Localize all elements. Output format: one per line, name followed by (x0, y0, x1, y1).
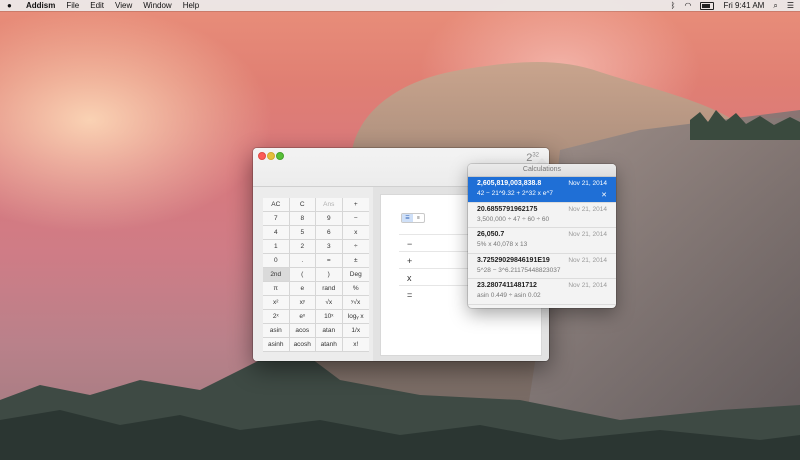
tape-operator: + (407, 256, 413, 266)
key-button[interactable]: x! (342, 338, 369, 352)
calculation-item[interactable]: 3.72529029846191E19 5^28 − 3^6.2117544882… (468, 254, 616, 279)
key-button[interactable]: 8 (289, 212, 316, 226)
calculation-item[interactable]: 26,050.7 5% x 40,078 x 13 Nov 21, 2014 (468, 228, 616, 254)
menu-window[interactable]: Window (143, 1, 171, 10)
key-button[interactable]: 2ˣ (263, 310, 290, 324)
menu-bar: ● Addism File Edit View Window Help ᛒ ◠ … (0, 0, 800, 11)
key-button[interactable]: 6 (316, 226, 343, 240)
popover-title: Calculations (468, 164, 616, 177)
menu-edit[interactable]: Edit (90, 1, 104, 10)
key-button[interactable]: 2nd (263, 268, 290, 282)
key-button[interactable]: eˣ (289, 310, 316, 324)
tape-operator: − (407, 239, 413, 249)
notification-center-icon[interactable]: ☰ (787, 1, 794, 10)
zoom-button[interactable] (276, 152, 284, 160)
key-button[interactable]: x² (263, 296, 290, 310)
key-button[interactable]: Deg (342, 268, 369, 282)
bluetooth-icon[interactable]: ᛒ (671, 1, 676, 10)
key-button[interactable]: ± (342, 254, 369, 268)
key-button[interactable]: 2 (289, 240, 316, 254)
calculation-date: Nov 21, 2014 (568, 256, 607, 264)
keypad: AC C Ans +7 8 9− 4 5 6 x 1 2 3 ÷ 0. = ±2nd() Deg π e rand% x²… (253, 187, 374, 361)
key-button[interactable]: xʸ (289, 296, 316, 310)
key-button[interactable]: C (289, 198, 316, 212)
apple-menu-icon[interactable]: ● (7, 1, 17, 10)
key-button[interactable]: √x (316, 296, 343, 310)
key-button[interactable]: ʸ√x (342, 296, 369, 310)
clock[interactable]: Fri 9:41 AM (723, 1, 764, 10)
delete-icon[interactable]: ✕ (601, 191, 607, 199)
key-button[interactable]: acosh (289, 338, 316, 352)
key-button[interactable]: 7 (263, 212, 290, 226)
key-button[interactable]: − (342, 212, 369, 226)
key-button[interactable]: asinh (263, 338, 290, 352)
tape-operator: x (407, 273, 412, 283)
key-button[interactable]: 0 (263, 254, 290, 268)
key-button[interactable]: 1 (263, 240, 290, 254)
menu-help[interactable]: Help (183, 1, 199, 10)
key-button[interactable]: asin (263, 324, 290, 338)
key-button[interactable]: Ans (316, 198, 343, 212)
calculation-date: Nov 21, 2014 (568, 205, 607, 213)
key-button[interactable]: atan (316, 324, 343, 338)
calculation-expression: 5% x 40,078 x 13 (477, 241, 528, 248)
key-button[interactable]: 3 (316, 240, 343, 254)
minimize-button[interactable] (267, 152, 275, 160)
key-button[interactable]: x (342, 226, 369, 240)
menu-view[interactable]: View (115, 1, 132, 10)
key-button[interactable]: % (342, 282, 369, 296)
calculation-date: Nov 21, 2014 (568, 231, 607, 238)
close-button[interactable] (258, 152, 266, 160)
calculation-date: Nov 21, 2014 (568, 180, 607, 187)
calculation-expression: 5^28 − 3^6.21175448823037 (477, 266, 561, 274)
key-button[interactable]: π (263, 282, 290, 296)
key-button[interactable]: . (289, 254, 316, 268)
key-button[interactable]: ÷ (342, 240, 369, 254)
calculation-item[interactable]: 2,605,819,003,838.8 42 − 21^9.32 + 2^32 x… (468, 177, 616, 203)
key-button[interactable]: atanh (316, 338, 343, 352)
spotlight-icon[interactable]: ⌕ (773, 1, 777, 11)
key-button[interactable]: 1/x (342, 324, 369, 338)
key-button[interactable]: 4 (263, 226, 290, 240)
battery-icon[interactable] (700, 1, 715, 10)
wifi-icon[interactable]: ◠ (684, 1, 691, 10)
key-button[interactable]: 9 (316, 212, 343, 226)
list-view-icon[interactable]: ☰ (402, 214, 413, 222)
calculation-expression: asin 0.449 ÷ asin 0.02 (477, 292, 541, 299)
key-button[interactable]: e (289, 282, 316, 296)
calculation-expression: 42 − 21^9.32 + 2^32 x e^7 (477, 190, 554, 197)
key-button[interactable]: 5 (289, 226, 316, 240)
calculation-expression: 3,500,000 ÷ 47 ÷ 60 ÷ 60 (477, 215, 550, 223)
key-button[interactable]: logᵧ x (342, 310, 369, 324)
calculation-date: Nov 21, 2014 (568, 282, 607, 289)
key-button[interactable]: rand (316, 282, 343, 296)
text-view-icon[interactable]: ≡ (413, 214, 424, 222)
key-button[interactable]: ( (289, 268, 316, 282)
menu-file[interactable]: File (66, 1, 79, 10)
tape-operator: = (407, 290, 413, 300)
calculations-popover: Calculations 2,605,819,003,838.8 42 − 21^… (468, 164, 616, 308)
key-grid: AC C Ans +7 8 9− 4 5 6 x 1 2 3 ÷ 0. = ±2nd() Deg π e rand% x²… (263, 198, 369, 352)
key-button[interactable]: 10ˣ (316, 310, 343, 324)
calculation-item[interactable]: 20.6855791962175 3,500,000 ÷ 47 ÷ 60 ÷ 60… (468, 203, 616, 228)
key-button[interactable]: ) (316, 268, 343, 282)
calculations-list: 2,605,819,003,838.8 42 − 21^9.32 + 2^32 x… (468, 177, 616, 305)
key-button[interactable]: acos (289, 324, 316, 338)
key-button[interactable]: = (316, 254, 343, 268)
status-area: ᛒ ◠ Fri 9:41 AM ⌕ ☰ (671, 0, 794, 11)
key-button[interactable]: + (342, 198, 369, 212)
calculation-item[interactable]: 23.2807411481712 asin 0.449 ÷ asin 0.02 No… (468, 279, 616, 305)
menu-app-name[interactable]: Addism (26, 1, 55, 10)
view-toggle: ☰ ≡ (401, 213, 425, 223)
key-button[interactable]: AC (263, 198, 290, 212)
